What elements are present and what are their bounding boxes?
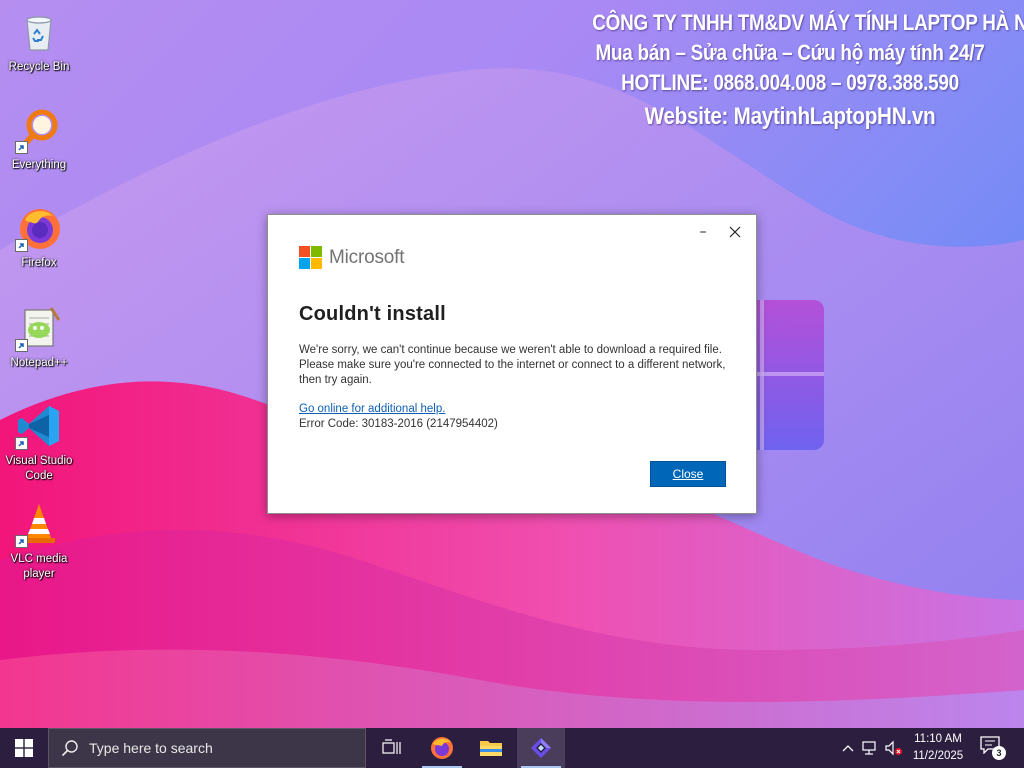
desktop-icon-recycle-bin[interactable]: Recycle Bin <box>2 8 76 75</box>
minimize-icon: – <box>699 224 707 240</box>
network-status-button[interactable] <box>860 738 880 758</box>
watermark-website: Website: MaytinhLaptopHN.vn <box>644 103 936 130</box>
volume-muted-icon <box>885 740 902 756</box>
close-button[interactable]: Close <box>650 461 726 487</box>
additional-help-link[interactable]: Go online for additional help. <box>299 403 445 415</box>
microsoft-logo: Microsoft <box>299 246 404 269</box>
vscode-icon <box>15 402 63 450</box>
watermark-hotline: HOTLINE: 0868.004.008 – 0978.388.590 <box>621 70 959 95</box>
close-icon <box>729 226 741 238</box>
firefox-icon <box>431 737 453 759</box>
network-icon <box>862 741 876 755</box>
desktop-icon-notepad-plus-plus[interactable]: Notepad++ <box>2 304 76 371</box>
watermark-company-name: CÔNG TY TNHH TM&DV MÁY TÍNH LAPTOP HÀ NỘ… <box>592 10 1024 35</box>
volume-button[interactable] <box>884 738 904 758</box>
desktop-icon-label: Everything <box>11 159 67 171</box>
show-hidden-icons-button[interactable] <box>838 738 858 758</box>
taskbar-clipchamp[interactable] <box>517 728 565 768</box>
shortcut-arrow-icon <box>15 339 28 352</box>
error-code-text: Error Code: 30183-2016 (2147954402) <box>299 418 498 430</box>
vlc-cone-icon <box>15 500 63 548</box>
taskbar-file-explorer[interactable] <box>467 728 515 768</box>
taskbar-search-box[interactable]: Type here to search <box>48 728 366 768</box>
logo-square-yellow <box>311 258 322 269</box>
desktop-icon-label: Firefox <box>21 257 57 269</box>
dialog-message: We're sorry, we can't continue because w… <box>299 344 726 386</box>
firefox-icon <box>15 204 63 252</box>
shortcut-arrow-icon <box>15 141 28 154</box>
taskbar-firefox[interactable] <box>418 728 466 768</box>
logo-square-blue <box>299 258 310 269</box>
watermark-services: Mua bán – Sửa chữa – Cứu hộ máy tính 24/… <box>595 40 985 65</box>
clock-time: 11:10 AM <box>914 733 962 745</box>
desktop-icon-label: Notepad++ <box>10 357 68 369</box>
action-center-button[interactable]: 3 <box>980 736 1008 762</box>
desktop-icon-label: Recycle Bin <box>8 61 70 73</box>
clock-date: 11/2/2025 <box>912 750 964 762</box>
desktop-icon-everything[interactable]: Everything <box>2 106 76 173</box>
taskbar-clock[interactable]: 11:10 AM 11/2/2025 <box>902 731 974 765</box>
search-icon <box>61 740 78 757</box>
window-close-button[interactable] <box>720 221 750 243</box>
everything-search-icon <box>15 106 63 154</box>
desktop-icon-label: VLC media player <box>10 553 68 580</box>
shortcut-arrow-icon <box>15 239 28 252</box>
recycle-bin-icon <box>15 8 63 56</box>
desktop-icon-vlc[interactable]: VLC media player <box>2 500 76 582</box>
notepad-plus-plus-icon <box>15 304 63 352</box>
microsoft-wordmark: Microsoft <box>329 246 405 268</box>
shortcut-arrow-icon <box>15 535 28 548</box>
logo-square-green <box>311 246 322 257</box>
desktop-icon-firefox[interactable]: Firefox <box>2 204 76 271</box>
logo-square-red <box>299 246 310 257</box>
search-placeholder: Type here to search <box>89 740 213 756</box>
shortcut-arrow-icon <box>15 437 28 450</box>
file-explorer-icon <box>480 741 502 756</box>
desktop-icon-vscode[interactable]: Visual Studio Code <box>2 402 76 484</box>
clipchamp-icon <box>531 738 551 758</box>
microsoft-logo-icon <box>299 246 322 269</box>
company-watermark: CÔNG TY TNHH TM&DV MÁY TÍNH LAPTOP HÀ NỘ… <box>592 8 1024 132</box>
windows-logo-icon <box>15 739 33 757</box>
notification-count-badge: 3 <box>992 746 1006 760</box>
task-view-button[interactable] <box>368 728 416 768</box>
install-error-dialog: – Microsoft Couldn't install We're sorry… <box>267 214 757 514</box>
desktop-icon-label: Visual Studio Code <box>5 455 73 482</box>
chevron-up-icon <box>842 745 854 752</box>
minimize-button[interactable]: – <box>688 221 718 243</box>
task-view-icon <box>382 739 401 754</box>
start-button[interactable] <box>0 728 48 768</box>
taskbar: Type here to search 11:10 AM 11/2/2025 3 <box>0 728 1024 768</box>
close-button-label: Close <box>672 467 704 481</box>
dialog-title: Couldn't install <box>299 303 446 325</box>
